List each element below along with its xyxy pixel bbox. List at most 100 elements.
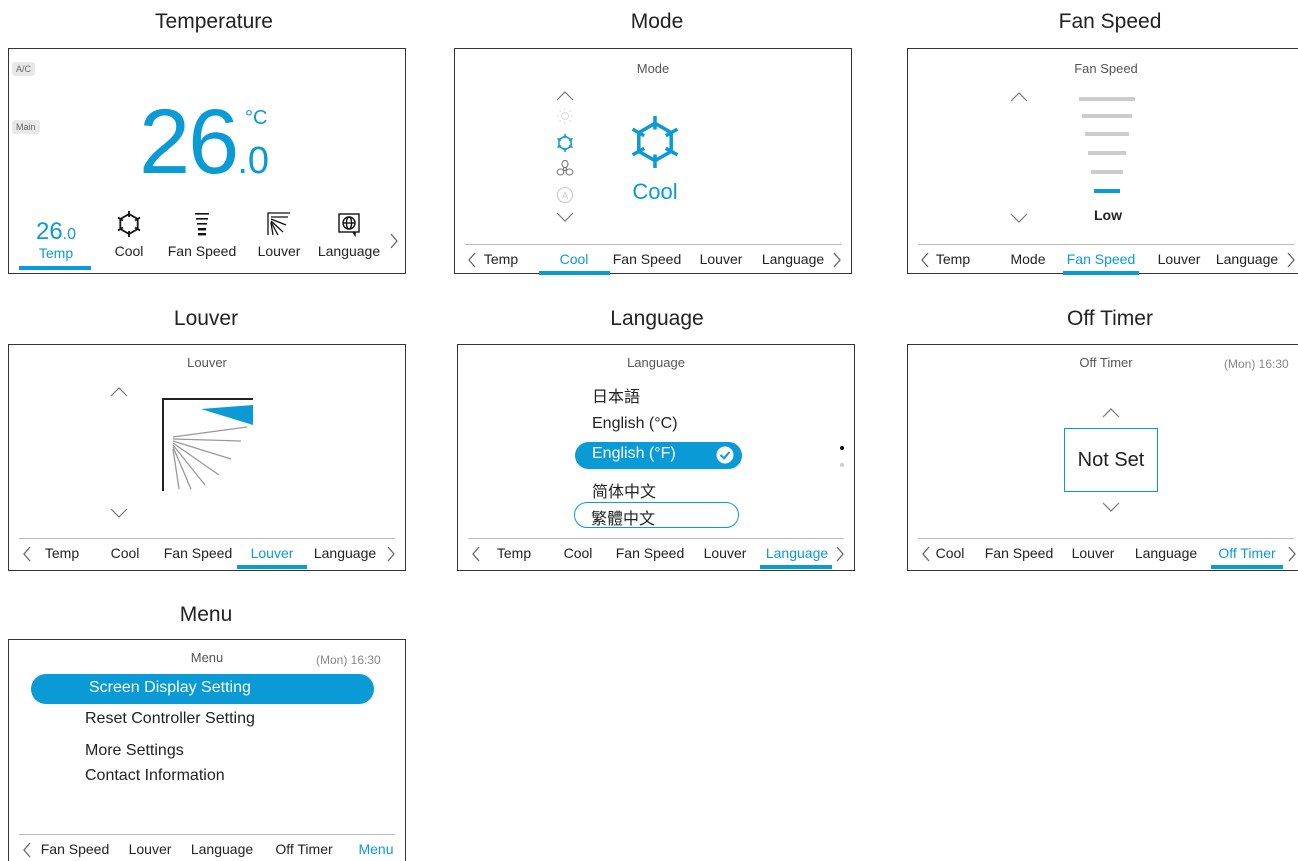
nav-language[interactable]: Language <box>314 545 376 561</box>
nav-fan-speed[interactable]: Fan Speed <box>41 841 110 857</box>
nav-louver[interactable]: Louver <box>1072 545 1115 561</box>
nav-louver[interactable]: Louver <box>129 841 172 857</box>
temperature-readout: 26.0 <box>139 87 269 197</box>
svg-text:A: A <box>562 191 568 201</box>
page-dot-active <box>840 446 844 450</box>
chevron-up-icon[interactable] <box>1102 408 1120 418</box>
chevron-left-icon[interactable] <box>22 546 32 562</box>
nav-divider <box>918 538 1294 539</box>
nav-language[interactable]: Language <box>1216 251 1278 267</box>
nav-louver[interactable]: Louver <box>700 251 743 267</box>
chevron-right-icon[interactable] <box>1287 546 1297 562</box>
chevron-down-icon[interactable] <box>1102 502 1120 512</box>
louver-item-label: Louver <box>257 243 301 259</box>
language-option-selected[interactable]: English (°F) <box>575 442 742 469</box>
nav-cool[interactable]: Cool <box>936 545 965 561</box>
nav-fan-speed[interactable]: Fan Speed <box>1067 251 1136 267</box>
sun-icon[interactable] <box>556 107 574 125</box>
nav-language[interactable]: Language <box>1135 545 1197 561</box>
temp-underline <box>19 266 91 270</box>
temp-item-int: 26 <box>35 218 63 245</box>
language-item-label: Language <box>317 243 381 259</box>
chevron-left-icon[interactable] <box>920 252 930 268</box>
nav-language[interactable]: Language <box>766 545 828 561</box>
nav-mode[interactable]: Mode <box>1010 251 1045 267</box>
chevron-right-icon[interactable] <box>832 252 842 268</box>
nav-underline <box>1211 565 1283 569</box>
nav-fan-speed[interactable]: Fan Speed <box>613 251 682 267</box>
menu-item[interactable]: Contact Information <box>85 767 225 785</box>
temperature-big-dec: .0 <box>237 140 270 182</box>
nav-louver[interactable]: Louver <box>704 545 747 561</box>
language-option[interactable]: 简体中文 <box>592 478 656 502</box>
nav-louver[interactable]: Louver <box>1158 251 1201 267</box>
language-option[interactable]: English (°C) <box>592 415 678 433</box>
nav-temp[interactable]: Temp <box>484 251 518 267</box>
nav-fan-speed[interactable]: Fan Speed <box>985 545 1054 561</box>
title-language: Language <box>610 307 704 330</box>
fan-speed-item[interactable]: Fan Speed <box>161 211 243 267</box>
nav-temp[interactable]: Temp <box>936 251 970 267</box>
nav-underline <box>539 271 610 275</box>
fan-icon[interactable] <box>556 160 574 178</box>
menu-item[interactable]: Reset Controller Setting <box>85 710 255 728</box>
nav-temp[interactable]: Temp <box>497 545 531 561</box>
nav-divider <box>19 538 395 539</box>
language-option[interactable]: 日本語 <box>592 383 640 407</box>
off-timer-value-box[interactable]: Not Set <box>1064 428 1158 492</box>
chevron-down-icon[interactable] <box>110 508 128 518</box>
snowflake-icon <box>117 211 141 237</box>
nav-off-timer[interactable]: Off Timer <box>275 841 332 857</box>
chevron-left-icon[interactable] <box>921 546 931 562</box>
cool-item-label: Cool <box>114 243 144 259</box>
chevron-up-icon[interactable] <box>556 91 574 101</box>
nav-off-timer[interactable]: Off Timer <box>1218 545 1275 561</box>
chevron-right-icon[interactable] <box>389 233 399 249</box>
nav-divider <box>465 244 841 245</box>
nav-cool[interactable]: Cool <box>564 545 593 561</box>
nav-cool[interactable]: Cool <box>111 545 140 561</box>
nav-language[interactable]: Language <box>191 841 253 857</box>
chevron-right-icon[interactable] <box>1286 252 1296 268</box>
language-option-focused[interactable]: 繁體中文 <box>574 502 739 528</box>
language-item[interactable]: Language <box>311 211 387 267</box>
chevron-left-icon[interactable] <box>471 546 481 562</box>
fan-level-label: Low <box>1094 207 1122 223</box>
ac-tag: A/C <box>12 62 36 76</box>
nav-language[interactable]: Language <box>762 251 824 267</box>
language-option-focused-label: 繁體中文 <box>591 511 656 528</box>
nav-fan-speed[interactable]: Fan Speed <box>616 545 685 561</box>
temp-item[interactable]: 26.0 Temp <box>21 219 91 267</box>
title-off-timer: Off Timer <box>1067 307 1153 330</box>
chevron-right-icon[interactable] <box>386 546 396 562</box>
nav-louver[interactable]: Louver <box>251 545 294 561</box>
title-temperature: Temperature <box>155 10 273 33</box>
menu-item-selected[interactable]: Screen Display Setting <box>31 674 374 704</box>
temperature-screen: A/C Main 26.0 °C 26.0 Temp Cool Fan Spee… <box>8 48 406 274</box>
chevron-left-icon[interactable] <box>22 842 32 858</box>
auto-icon[interactable]: A <box>556 186 574 204</box>
chevron-down-icon[interactable] <box>1010 213 1028 223</box>
menu-item[interactable]: More Settings <box>85 742 184 760</box>
nav-underline <box>1063 271 1139 275</box>
chevron-up-icon[interactable] <box>1010 92 1028 102</box>
chevron-up-icon[interactable] <box>110 387 128 397</box>
chevron-left-icon[interactable] <box>467 252 477 268</box>
main-tag: Main <box>12 120 40 134</box>
nav-cool[interactable]: Cool <box>560 251 589 267</box>
menu-item-selected-label: Screen Display Setting <box>89 679 251 696</box>
title-fan-speed: Fan Speed <box>1058 10 1162 33</box>
chevron-down-icon[interactable] <box>556 212 574 222</box>
nav-menu[interactable]: Menu <box>358 841 393 857</box>
chevron-right-icon[interactable] <box>835 546 845 562</box>
mode-screen: Mode A Cool Temp Cool Fan Speed Louver L… <box>454 48 852 275</box>
language-header: Language <box>627 355 685 370</box>
nav-fan-speed[interactable]: Fan Speed <box>164 545 233 561</box>
nav-temp[interactable]: Temp <box>45 545 79 561</box>
louver-item[interactable]: Louver <box>249 211 309 267</box>
fan-level-bar-1 <box>1094 189 1120 193</box>
cool-item[interactable]: Cool <box>104 211 154 267</box>
title-menu: Menu <box>179 603 233 626</box>
menu-screen: Menu (Mon) 16:30 Screen Display Setting … <box>8 639 406 861</box>
snowflake-small-icon[interactable] <box>556 134 574 152</box>
